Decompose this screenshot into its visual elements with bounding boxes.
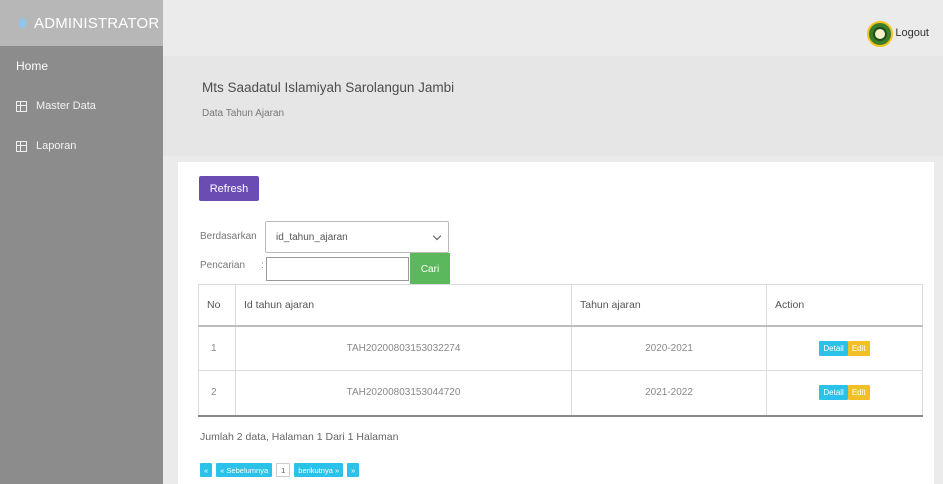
- refresh-button[interactable]: Refresh: [199, 176, 259, 201]
- brand[interactable]: ADMINISTRATOR: [0, 0, 163, 46]
- sidebar: ADMINISTRATOR Home Master Data Laporan: [0, 0, 163, 484]
- filter-select[interactable]: id_tahun_ajaran: [265, 221, 449, 253]
- table-icon: [16, 140, 27, 152]
- search-button[interactable]: Cari: [410, 253, 450, 285]
- cell-action: Detail Edit: [766, 325, 923, 371]
- school-logo-icon: [867, 21, 893, 47]
- cell-id: TAH20200803153032274: [235, 325, 572, 371]
- table-header-row: No Id tahun ajaran Tahun ajaran Action: [198, 284, 923, 327]
- search-colon: :: [261, 260, 264, 271]
- data-table: No Id tahun ajaran Tahun ajaran Action 1…: [198, 284, 923, 417]
- page-title: Mts Saadatul Islamiyah Sarolangun Jambi: [202, 80, 455, 95]
- table-summary: Jumlah 2 data, Halaman 1 Dari 1 Halaman: [200, 431, 399, 443]
- brand-logo-icon: [18, 16, 28, 30]
- column-header-action: Action: [766, 284, 923, 327]
- sidebar-item-label: Master Data: [36, 100, 96, 112]
- sidebar-item-label: Laporan: [36, 140, 77, 152]
- detail-button[interactable]: Detail: [819, 340, 848, 356]
- detail-button[interactable]: Detail: [819, 385, 848, 401]
- column-header-no: No: [198, 284, 236, 327]
- pagination-prev-button[interactable]: « Sebelumnya: [216, 463, 273, 477]
- pagination-next-button[interactable]: berikutnya »: [294, 463, 344, 477]
- table-row: 2 TAH20200803153044720 2021-2022 Detail E…: [198, 370, 923, 417]
- cell-action: Detail Edit: [766, 370, 923, 417]
- sidebar-item-master-data[interactable]: Master Data: [0, 86, 163, 126]
- brand-label: ADMINISTRATOR: [34, 14, 160, 32]
- edit-button[interactable]: Edit: [847, 340, 870, 356]
- cell-no: 1: [198, 325, 236, 371]
- chevron-down-icon: [432, 231, 442, 241]
- pagination: « « Sebelumnya 1 berikutnya » »: [200, 463, 360, 477]
- table-icon: [16, 100, 27, 112]
- content-card: Refresh Berdasarkan id_tahun_ajaran Penc…: [178, 162, 934, 484]
- edit-button[interactable]: Edit: [847, 385, 870, 401]
- cell-no: 2: [198, 370, 236, 417]
- sidebar-item-home[interactable]: Home: [0, 46, 163, 86]
- logout-link[interactable]: Logout: [895, 27, 929, 39]
- page-subtitle: Data Tahun Ajaran: [202, 108, 285, 119]
- filter-label: Berdasarkan: [200, 231, 257, 242]
- cell-id: TAH20200803153044720: [235, 370, 572, 417]
- pagination-last-button[interactable]: »: [347, 463, 360, 477]
- sidebar-item-laporan[interactable]: Laporan: [0, 126, 163, 166]
- search-input[interactable]: [266, 257, 409, 281]
- topbar: Logout: [163, 0, 943, 56]
- table-row: 1 TAH20200803153032274 2020-2021 Detail E…: [198, 325, 923, 371]
- sidebar-item-label: Home: [16, 59, 49, 73]
- cell-year: 2020-2021: [571, 325, 767, 371]
- column-header-id: Id tahun ajaran: [235, 284, 572, 327]
- filter-selected-value: id_tahun_ajaran: [276, 231, 348, 243]
- column-header-year: Tahun ajaran: [571, 284, 767, 327]
- search-label: Pencarian: [200, 260, 246, 271]
- cell-year: 2021-2022: [571, 370, 767, 417]
- pagination-current-page[interactable]: 1: [276, 463, 291, 477]
- page-header: Mts Saadatul Islamiyah Sarolangun Jambi …: [163, 56, 943, 156]
- pagination-first-button[interactable]: «: [200, 463, 213, 477]
